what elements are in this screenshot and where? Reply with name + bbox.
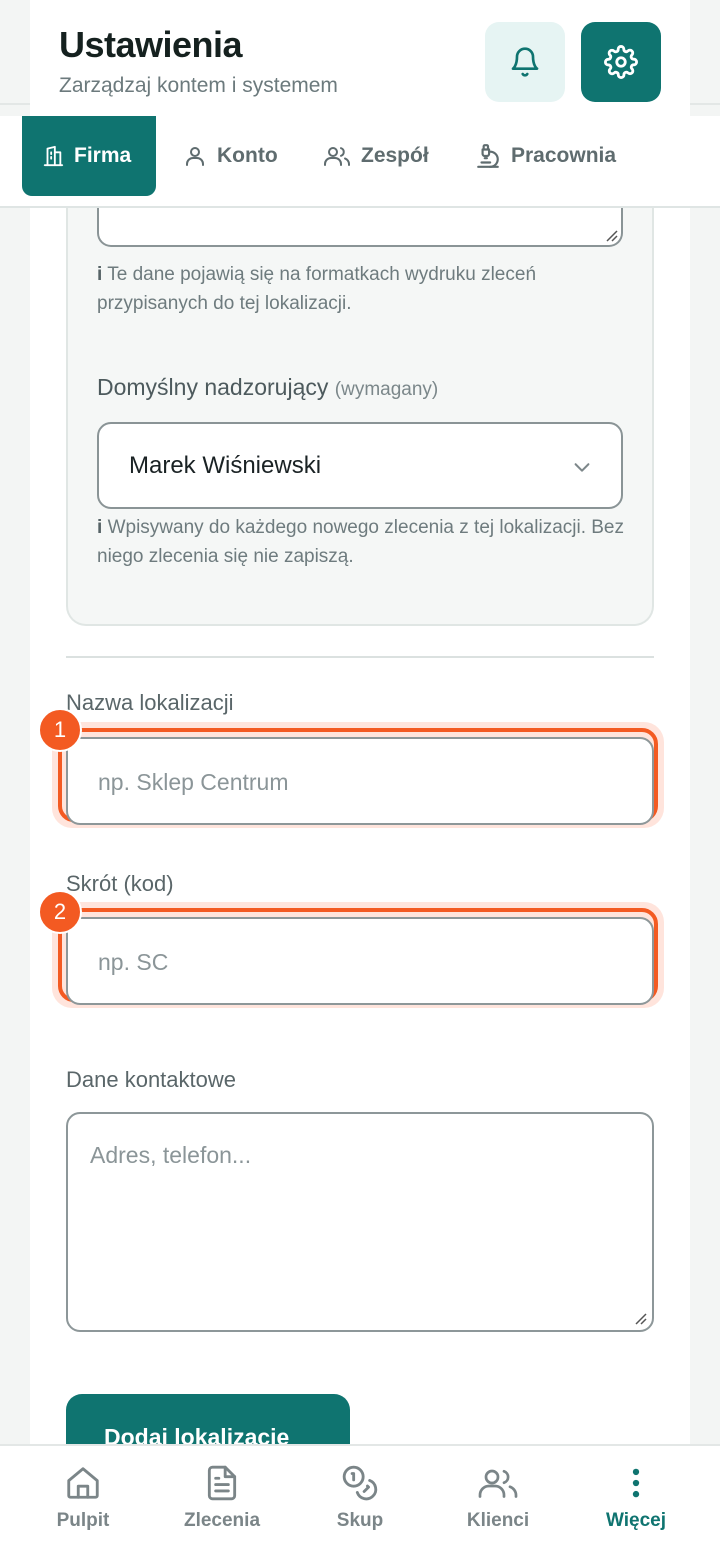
annotation-badge-2: 2 xyxy=(38,890,82,934)
tab-firma[interactable]: Firma xyxy=(22,116,156,196)
clients-icon xyxy=(478,1469,518,1498)
supervisor-select[interactable]: Marek Wiśniewski xyxy=(97,422,623,509)
supervisor-label: Domyślny nadzorujący (wymagany) xyxy=(97,374,438,401)
tab-zespol[interactable]: Zespół xyxy=(323,116,429,196)
tab-label: Pracownia xyxy=(511,144,617,167)
print-hint: i Te dane pojawią się na formatkach wydr… xyxy=(97,260,627,318)
page-subtitle: Zarządzaj kontem i systemem xyxy=(59,74,338,97)
print-hint-text: Te dane pojawią się na formatkach wydruk… xyxy=(97,264,537,314)
info-icon: i xyxy=(97,517,103,538)
nav-label: Więcej xyxy=(605,1510,667,1531)
location-code-input[interactable]: np. SC xyxy=(66,917,654,1005)
supervisor-hint: i Wpisywany do każdego nowego zlecenia z… xyxy=(97,513,627,571)
settings-tabbar: Firma Konto Zespół Pracownia xyxy=(0,116,720,208)
chevron-down-icon xyxy=(574,463,590,472)
building-icon xyxy=(43,145,64,167)
location-code-label: Skrót (kod) xyxy=(66,871,174,896)
home-icon xyxy=(67,1467,99,1499)
supervisor-label-text: Domyślny nadzorujący xyxy=(97,374,329,400)
nav-item-skup[interactable]: Skup xyxy=(300,1464,420,1532)
users-icon xyxy=(324,147,350,166)
nav-label: Pulpit xyxy=(56,1510,110,1531)
settings-button[interactable] xyxy=(581,22,661,102)
tab-pracownia[interactable]: Pracownia xyxy=(475,116,616,196)
nav-label: Klienci xyxy=(466,1510,530,1531)
microscope-icon xyxy=(477,144,499,168)
location-name-label: Nazwa lokalizacji xyxy=(66,690,234,715)
resize-grip-icon xyxy=(606,230,618,242)
resize-grip-icon xyxy=(635,1313,647,1325)
nav-item-klienci[interactable]: Klienci xyxy=(438,1464,558,1532)
location-name-input[interactable]: np. Sklep Centrum xyxy=(66,737,654,825)
coins-icon xyxy=(342,1465,378,1501)
contact-textarea[interactable]: Adres, telefon... xyxy=(66,1112,654,1332)
bell-icon xyxy=(511,47,539,77)
location-code-placeholder: np. SC xyxy=(98,949,169,975)
gear-icon xyxy=(604,45,638,79)
nav-item-zlecenia[interactable]: Zlecenia xyxy=(162,1464,282,1532)
bottom-nav: Pulpit Zlecenia Skup Klienci Więcej xyxy=(0,1444,720,1561)
more-vertical-icon xyxy=(632,1468,640,1498)
nav-item-wiecej[interactable]: Więcej xyxy=(576,1464,696,1532)
nav-label: Skup xyxy=(336,1510,384,1531)
nav-item-pulpit[interactable]: Pulpit xyxy=(23,1464,143,1532)
required-note: (wymagany) xyxy=(334,379,439,400)
document-icon xyxy=(207,1465,237,1501)
contact-label: Dane kontaktowe xyxy=(66,1067,236,1092)
page-title: Ustawienia xyxy=(59,24,243,65)
section-divider xyxy=(66,656,654,658)
page-header: Ustawienia Zarządzaj kontem i systemem xyxy=(30,0,690,126)
supervisor-select-value: Marek Wiśniewski xyxy=(129,452,322,479)
supervisor-hint-text: Wpisywany do każdego nowego zlecenia z t… xyxy=(97,517,624,567)
user-icon xyxy=(186,147,204,166)
nav-label: Zlecenia xyxy=(183,1510,261,1531)
tab-label: Zespół xyxy=(361,144,429,167)
info-icon: i xyxy=(97,264,103,285)
location-name-placeholder: np. Sklep Centrum xyxy=(98,769,289,795)
tab-label: Konto xyxy=(217,144,278,167)
annotation-badge-1: 1 xyxy=(38,708,82,752)
tab-label: Firma xyxy=(74,144,132,167)
contact-placeholder: Adres, telefon... xyxy=(90,1142,252,1168)
tab-konto[interactable]: Konto xyxy=(183,116,278,196)
notifications-button[interactable] xyxy=(485,22,565,102)
